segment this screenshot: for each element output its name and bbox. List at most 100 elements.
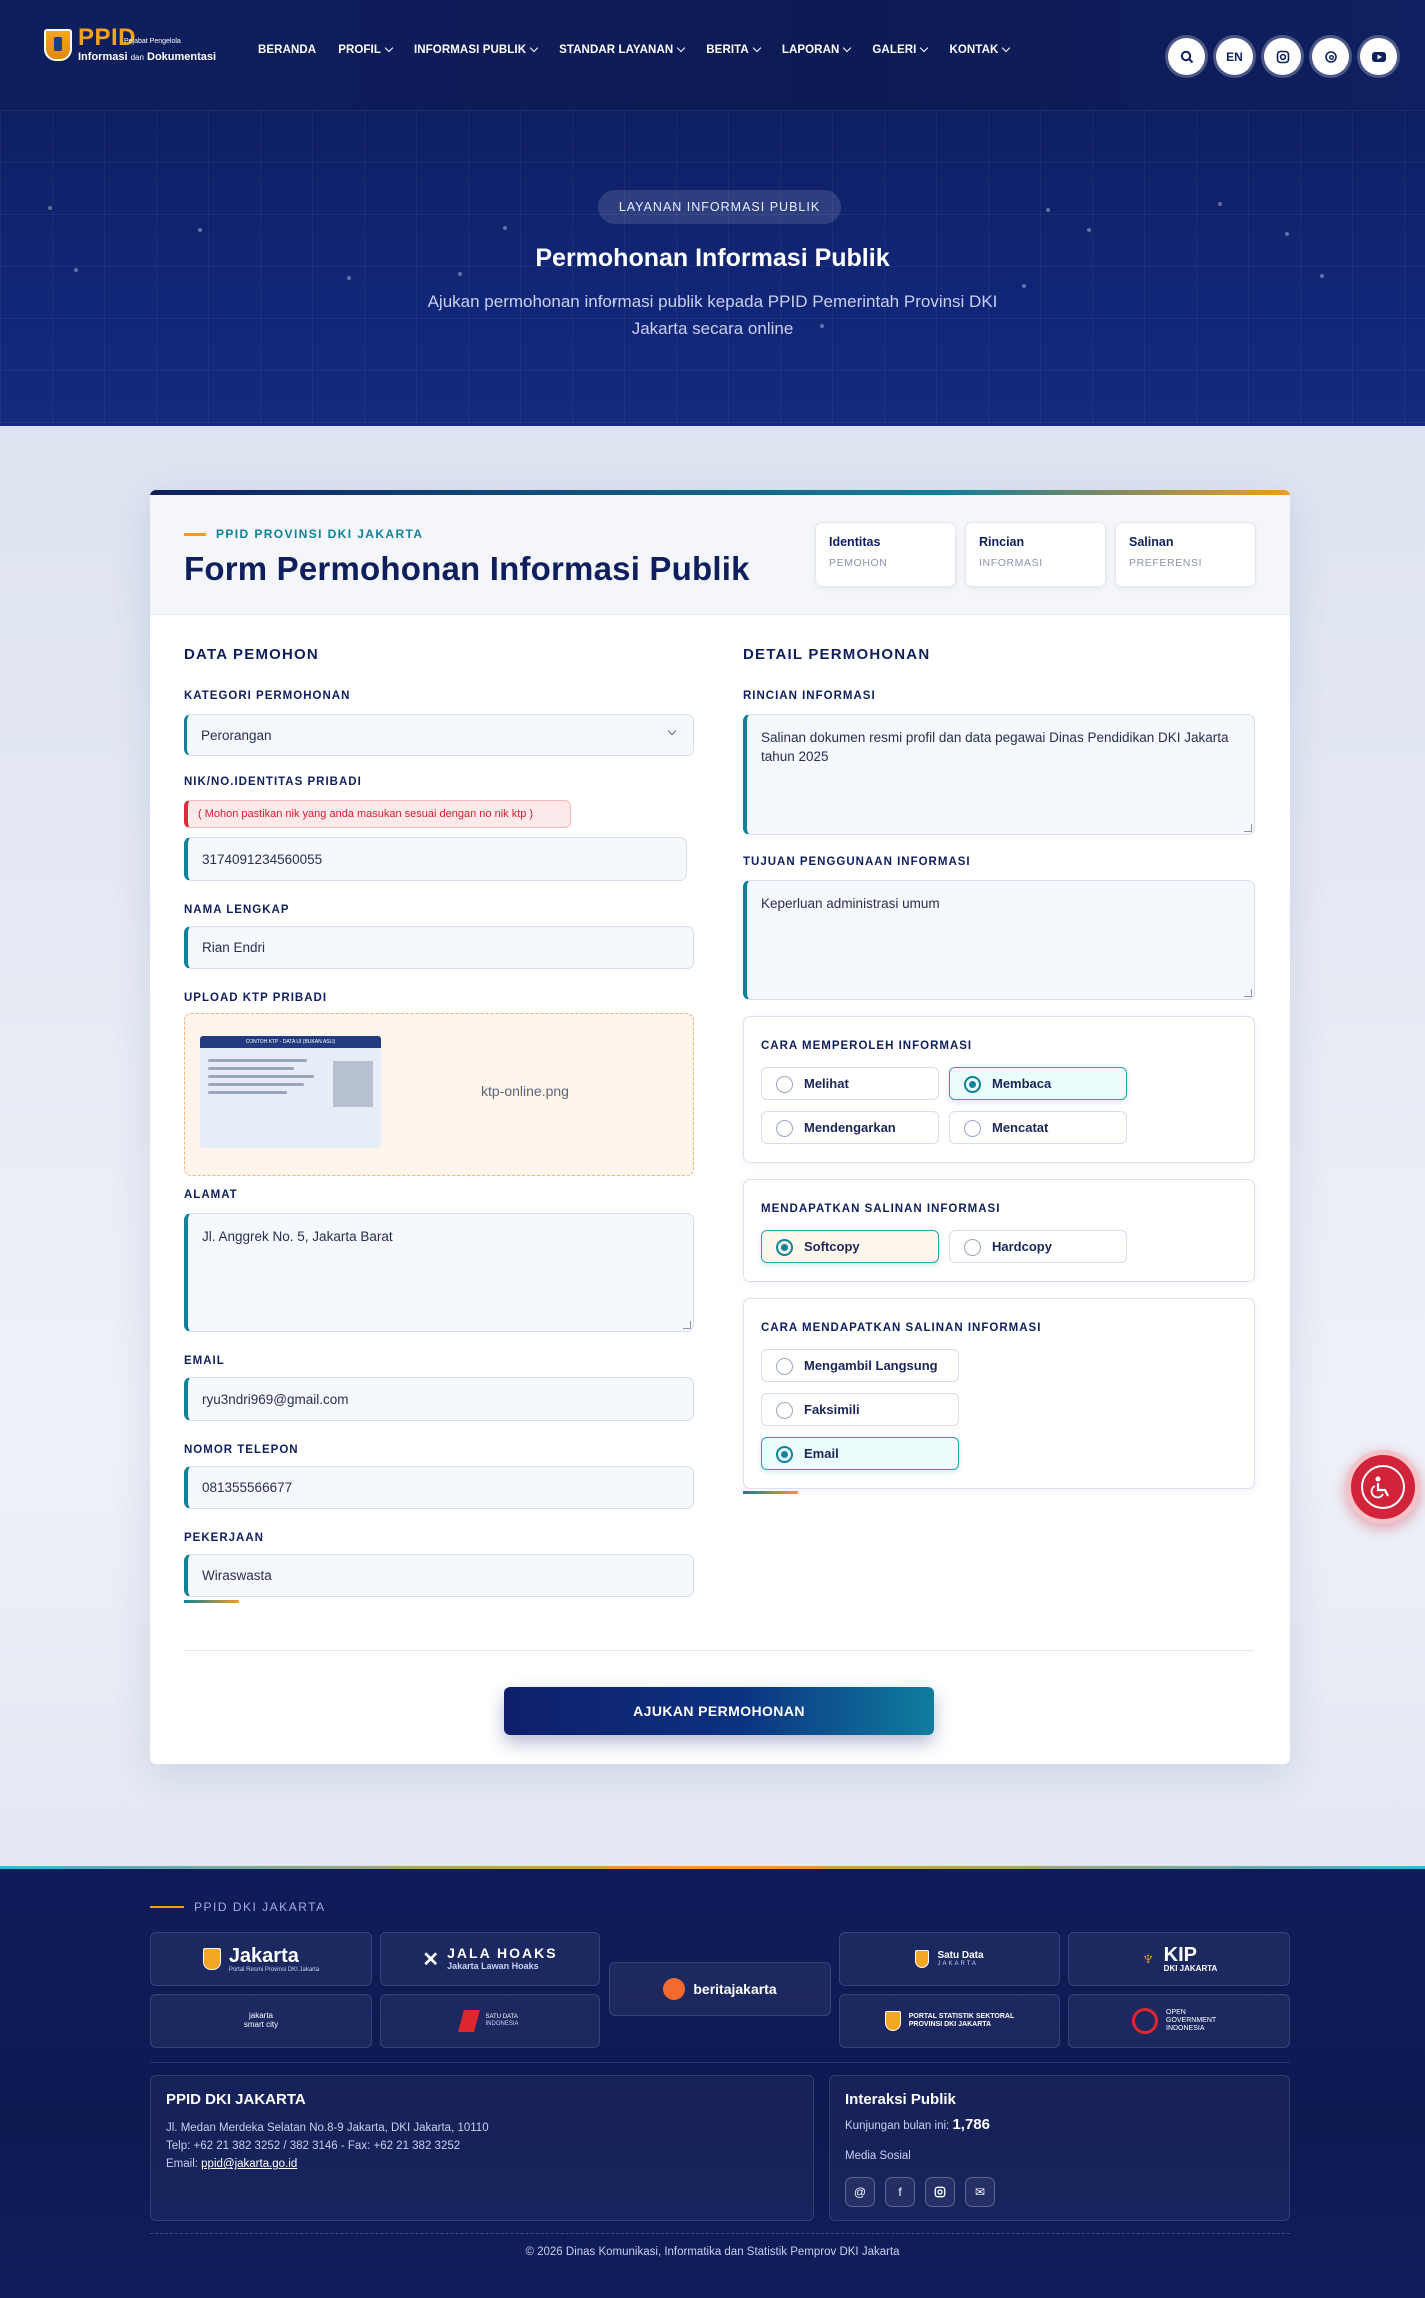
option-hardcopy[interactable]: Hardcopy	[949, 1230, 1127, 1263]
ktp-preview-image: CONTOH KTP - DATA UI (BUKAN ASLI)	[200, 1036, 381, 1148]
rincian-label: RINCIAN INFORMASI	[743, 690, 876, 702]
hero-banner: LAYANAN INFORMASI PUBLIK Permohonan Info…	[0, 110, 1425, 426]
submit-button[interactable]: AJUKAN PERMOHONAN	[504, 1687, 934, 1735]
top-navbar: PPID Informasi dan Dokumentasi Pejabat P…	[0, 0, 1425, 110]
form-eyebrow: PPID PROVINSI DKI JAKARTA	[184, 527, 423, 541]
email-input[interactable]: ryu3ndri969@gmail.com	[184, 1377, 694, 1421]
partner-logo-open-government[interactable]: OPEN GOVERNMENT INDONESIA	[1068, 1994, 1290, 2048]
satu-data-indonesia-icon	[458, 2010, 481, 2032]
language-toggle-button[interactable]: EN	[1216, 38, 1253, 75]
mail-icon[interactable]: ✉	[965, 2177, 995, 2207]
section-accent	[184, 1600, 239, 1603]
interaksi-publik-box: Interaksi Publik Kunjungan bulan ini: 1,…	[829, 2075, 1290, 2221]
alamat-textarea[interactable]: Jl. Anggrek No. 5, Jakarta Barat	[184, 1213, 694, 1332]
radio-checked-icon	[964, 1076, 981, 1093]
partner-logo-jakarta-smart-city[interactable]: jakarta smart city	[150, 1994, 372, 2048]
chevron-down-icon	[843, 43, 852, 53]
section-title-detail-permohonan: DETAIL PERMOHONAN	[743, 646, 931, 663]
nav-informasi-publik[interactable]: INFORMASI PUBLIK	[414, 43, 539, 56]
contact-address: Jl. Medan Merdeka Selatan No.8-9 Jakarta…	[166, 2122, 489, 2134]
rincian-textarea[interactable]: Salinan dokumen resmi profil dan data pe…	[743, 714, 1255, 835]
nav-profil[interactable]: PROFIL	[338, 43, 394, 56]
nav-berita[interactable]: BERITA	[706, 43, 762, 56]
partner-logo-jala-hoaks[interactable]: ✕ JALA HOAKS Jakarta Lawan Hoaks	[380, 1932, 600, 1986]
nav-kontak[interactable]: KONTAK	[949, 43, 1011, 56]
chevron-down-icon	[1002, 43, 1011, 53]
tujuan-textarea[interactable]: Keperluan administrasi umum	[743, 880, 1255, 1000]
tujuan-label: TUJUAN PENGGUNAAN INFORMASI	[743, 856, 971, 868]
accessibility-icon	[1361, 1465, 1405, 1509]
pekerjaan-label: PEKERJAAN	[184, 1532, 264, 1544]
visits-counter: Kunjungan bulan ini: 1,786	[845, 2116, 990, 2133]
accessibility-help-button[interactable]	[1346, 1450, 1420, 1524]
upload-ktp-label: UPLOAD KTP PRIBADI	[184, 992, 328, 1004]
step-salinan[interactable]: Salinan PREFERENSI	[1115, 522, 1256, 587]
option-mencatat[interactable]: Mencatat	[949, 1111, 1127, 1144]
main-nav: BERANDA PROFIL INFORMASI PUBLIK STANDAR …	[258, 43, 1011, 56]
cara-salinan-group: CARA MENDAPATKAN SALINAN INFORMASI Menga…	[743, 1298, 1255, 1489]
page-title: Permohonan Informasi Publik	[535, 244, 890, 272]
nik-input[interactable]: 3174091234560055	[184, 837, 687, 881]
contact-email-line: Email: ppid@jakarta.go.id	[166, 2158, 298, 2170]
search-icon[interactable]	[1168, 38, 1205, 75]
partner-logo-satu-data-indonesia[interactable]: SATU DATA INDONESIA	[380, 1994, 600, 2048]
radio-icon	[964, 1239, 981, 1256]
mendapatkan-salinan-title: MENDAPATKAN SALINAN INFORMASI	[761, 1203, 1001, 1215]
nav-galeri[interactable]: GALERI	[872, 43, 929, 56]
option-email[interactable]: Email	[761, 1437, 959, 1470]
threads-icon[interactable]: @	[845, 2177, 875, 2207]
partner-logo-kip[interactable]: ♆ KIP DKI JAKARTA	[1068, 1932, 1290, 1986]
email-label: EMAIL	[184, 1355, 225, 1367]
radio-icon	[964, 1120, 981, 1137]
nik-label: NIK/NO.IDENTITAS PRIBADI	[184, 776, 362, 788]
youtube-icon[interactable]	[1360, 38, 1397, 75]
chevron-down-icon	[384, 43, 394, 53]
telepon-input[interactable]: 081355566677	[184, 1466, 694, 1509]
nav-standar-layanan[interactable]: STANDAR LAYANAN	[559, 43, 686, 56]
garuda-icon: ♆	[1140, 1947, 1156, 1970]
cara-memperoleh-group: CARA MEMPEROLEH INFORMASI Melihat Membac…	[743, 1016, 1255, 1163]
facebook-icon[interactable]: f	[885, 2177, 915, 2207]
option-membaca[interactable]: Membaca	[949, 1067, 1127, 1100]
nama-label: NAMA LENGKAP	[184, 904, 290, 916]
radio-checked-icon	[776, 1446, 793, 1463]
partner-logo-portal-statistik[interactable]: PORTAL STATISTIK SEKTORAL PROVINSI DKI JA…	[839, 1994, 1060, 2048]
social-label: Media Sosial	[845, 2150, 911, 2162]
contact-email-link[interactable]: ppid@jakarta.go.id	[201, 2158, 297, 2170]
ktp-upload-dropzone[interactable]: CONTOH KTP - DATA UI (BUKAN ASLI) ktp-on…	[184, 1013, 694, 1176]
open-government-icon	[1132, 2008, 1158, 2034]
nav-beranda[interactable]: BERANDA	[258, 44, 316, 56]
step-rincian[interactable]: Rincian INFORMASI	[965, 522, 1106, 587]
copyright: © 2026 Dinas Komunikasi, Informatika dan…	[525, 2246, 900, 2258]
option-faksimili[interactable]: Faksimili	[761, 1393, 959, 1426]
contact-title: PPID DKI JAKARTA	[166, 2091, 306, 2108]
jala-hoaks-icon: ✕	[422, 1948, 440, 1971]
request-form-card: PPID PROVINSI DKI JAKARTA Form Permohona…	[150, 490, 1290, 1764]
interaksi-title: Interaksi Publik	[845, 2091, 956, 2108]
chevron-down-icon	[920, 43, 929, 53]
instagram-icon[interactable]	[1264, 38, 1301, 75]
step-identitas[interactable]: Identitas PEMOHON	[815, 522, 956, 587]
upload-filename: ktp-online.png	[481, 1083, 569, 1099]
logo-subtitle: Informasi dan Dokumentasi	[78, 51, 217, 63]
cara-salinan-title: CARA MENDAPATKAN SALINAN INFORMASI	[761, 1322, 1042, 1334]
option-mendengarkan[interactable]: Mendengarkan	[761, 1111, 939, 1144]
option-softcopy[interactable]: Softcopy	[761, 1230, 939, 1263]
instagram-icon[interactable]	[925, 2177, 955, 2207]
radio-icon	[776, 1402, 793, 1419]
alamat-label: ALAMAT	[184, 1189, 238, 1201]
nav-laporan[interactable]: LAPORAN	[782, 43, 852, 56]
partner-logo-berita-jakarta[interactable]: beritajakarta	[609, 1962, 831, 2016]
pekerjaan-input[interactable]: Wiraswasta	[184, 1554, 694, 1597]
logo-tagline: Pejabat Pengelola	[124, 38, 181, 45]
threads-icon[interactable]	[1312, 38, 1349, 75]
option-mengambil-langsung[interactable]: Mengambil Langsung	[761, 1349, 959, 1382]
partner-logo-satu-data-jakarta[interactable]: Satu Data JAKARTA	[839, 1932, 1060, 1986]
ppid-logo[interactable]: PPID Informasi dan Dokumentasi Pejabat P…	[44, 26, 216, 63]
option-melihat[interactable]: Melihat	[761, 1067, 939, 1100]
hero-description: Ajukan permohonan informasi publik kepad…	[427, 292, 998, 338]
nama-input[interactable]: Rian Endri	[184, 926, 694, 969]
partner-logo-jakarta[interactable]: Jakarta Portal Resmi Provinsi DKI Jakarta	[150, 1932, 372, 1986]
kategori-select[interactable]: Perorangan	[184, 714, 694, 756]
chevron-down-icon	[677, 43, 686, 53]
